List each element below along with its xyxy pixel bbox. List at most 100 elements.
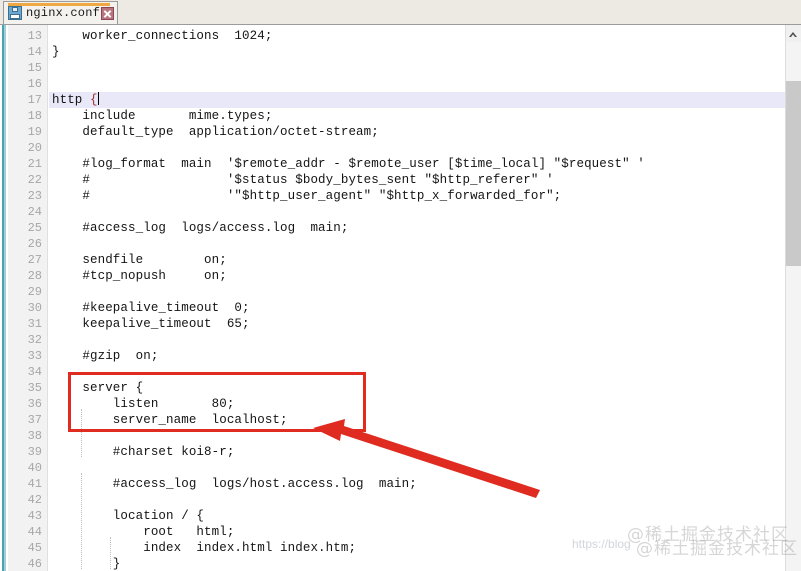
line-number-gutter: 13 14 15 16 17 18 19 20 21 22 23 24 25 26 27 28 29 30 31 32… bbox=[8, 25, 48, 571]
line-number: 44 bbox=[27, 525, 42, 539]
code-line[interactable]: default_type application/octet-stream; bbox=[49, 124, 379, 140]
code-line[interactable] bbox=[49, 364, 52, 380]
line-number: 16 bbox=[27, 77, 42, 91]
code-line-text: location / { bbox=[52, 509, 205, 523]
text-caret bbox=[97, 92, 99, 105]
code-line-text: keepalive_timeout 65; bbox=[52, 317, 250, 331]
code-line[interactable]: #access_log logs/host.access.log main; bbox=[49, 476, 417, 492]
code-line[interactable]: worker_connections 1024; bbox=[49, 28, 272, 44]
line-number: 31 bbox=[27, 317, 42, 331]
line-number: 37 bbox=[27, 413, 42, 427]
code-line[interactable]: # '"$http_user_agent" "$http_x_forwarded… bbox=[49, 188, 561, 204]
code-line[interactable] bbox=[49, 492, 52, 508]
line-number: 38 bbox=[27, 429, 42, 443]
line-number: 28 bbox=[27, 269, 42, 283]
code-line-text: server { bbox=[52, 381, 144, 395]
line-number: 35 bbox=[27, 381, 42, 395]
editor-area[interactable]: 13 14 15 16 17 18 19 20 21 22 23 24 25 26 27 28 29 30 31 32… bbox=[0, 25, 801, 571]
line-number: 26 bbox=[27, 237, 42, 251]
code-line[interactable]: keepalive_timeout 65; bbox=[49, 316, 250, 332]
code-line[interactable] bbox=[49, 204, 52, 220]
line-number: 34 bbox=[27, 365, 42, 379]
code-line-text: #gzip on; bbox=[52, 349, 159, 363]
line-number: 14 bbox=[27, 45, 42, 59]
line-number: 22 bbox=[27, 173, 42, 187]
line-number: 36 bbox=[27, 397, 42, 411]
line-number: 21 bbox=[27, 157, 42, 171]
line-number: 30 bbox=[27, 301, 42, 315]
code-line-text: #log_format main '$remote_addr - $remote… bbox=[52, 157, 645, 171]
code-line[interactable]: # '$status $body_bytes_sent "$http_refer… bbox=[49, 172, 554, 188]
code-line-text: worker_connections 1024; bbox=[52, 29, 273, 43]
code-line[interactable]: #access_log logs/access.log main; bbox=[49, 220, 348, 236]
code-line[interactable]: #log_format main '$remote_addr - $remote… bbox=[49, 156, 645, 172]
line-number: 39 bbox=[27, 445, 42, 459]
code-line[interactable]: #tcp_nopush on; bbox=[49, 268, 227, 284]
editor-left-rail bbox=[0, 25, 8, 571]
indent-guide bbox=[81, 473, 82, 569]
line-number: 33 bbox=[27, 349, 42, 363]
code-line[interactable]: server { bbox=[49, 380, 143, 396]
code-line-text: #access_log logs/host.access.log main; bbox=[52, 477, 417, 491]
code-line[interactable] bbox=[49, 460, 52, 476]
code-line[interactable]: #keepalive_timeout 0; bbox=[49, 300, 250, 316]
line-number: 42 bbox=[27, 493, 42, 507]
line-number: 27 bbox=[27, 253, 42, 267]
code-line-text: listen 80; bbox=[52, 397, 235, 411]
code-line[interactable] bbox=[49, 428, 52, 444]
code-line-text: } bbox=[52, 45, 60, 59]
line-number: 18 bbox=[27, 109, 42, 123]
line-number: 29 bbox=[27, 285, 42, 299]
line-number: 24 bbox=[27, 205, 42, 219]
code-line-text: #access_log logs/access.log main; bbox=[52, 221, 349, 235]
chevron-up-icon bbox=[789, 32, 797, 37]
vertical-scrollbar[interactable] bbox=[785, 25, 801, 571]
code-line-text: http { bbox=[52, 92, 99, 107]
code-line[interactable]: location / { bbox=[49, 508, 204, 524]
scrollbar-thumb[interactable] bbox=[786, 81, 801, 266]
code-line[interactable] bbox=[49, 60, 52, 76]
code-line-text: index index.html index.htm; bbox=[52, 541, 357, 555]
code-line-text: sendfile on; bbox=[52, 253, 227, 267]
code-line[interactable]: #gzip on; bbox=[49, 348, 158, 364]
code-line-text: include mime.types; bbox=[52, 109, 273, 123]
code-line[interactable]: root html; bbox=[49, 524, 234, 540]
tab-nginx-conf[interactable]: nginx.conf bbox=[3, 1, 119, 24]
code-content[interactable]: worker_connections 1024;} http { include … bbox=[49, 25, 786, 571]
code-line[interactable]: sendfile on; bbox=[49, 252, 227, 268]
close-icon[interactable] bbox=[101, 6, 115, 20]
code-line-text: server_name localhost; bbox=[52, 413, 288, 427]
code-line[interactable] bbox=[49, 140, 52, 156]
code-line[interactable]: server_name localhost; bbox=[49, 412, 288, 428]
code-line-text: #charset koi8-r; bbox=[52, 445, 235, 459]
scroll-up-button[interactable] bbox=[786, 25, 801, 42]
code-line-text: default_type application/octet-stream; bbox=[52, 125, 379, 139]
code-line[interactable]: listen 80; bbox=[49, 396, 235, 412]
code-line[interactable]: #charset koi8-r; bbox=[49, 444, 235, 460]
line-number: 23 bbox=[27, 189, 42, 203]
line-number: 40 bbox=[27, 461, 42, 475]
code-line[interactable]: include mime.types; bbox=[49, 108, 272, 124]
code-line[interactable] bbox=[49, 236, 52, 252]
floppy-disk-icon bbox=[8, 6, 22, 20]
indent-guide bbox=[81, 409, 82, 457]
code-line[interactable] bbox=[49, 76, 52, 92]
code-line[interactable] bbox=[49, 332, 52, 348]
code-line[interactable]: http { bbox=[49, 92, 786, 108]
code-line-text: #tcp_nopush on; bbox=[52, 269, 227, 283]
code-line[interactable]: } bbox=[49, 44, 60, 60]
code-line[interactable] bbox=[49, 284, 52, 300]
line-number: 46 bbox=[27, 557, 42, 571]
line-number: 25 bbox=[27, 221, 42, 235]
code-line[interactable]: index index.html index.htm; bbox=[49, 540, 356, 556]
